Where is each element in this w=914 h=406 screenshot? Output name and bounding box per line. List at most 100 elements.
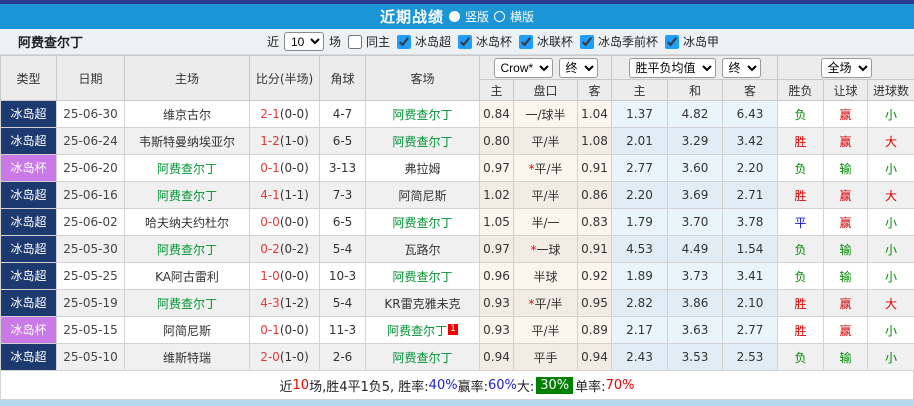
avg-final-select[interactable]: 终	[722, 58, 761, 78]
home-odds-cell: 0.96	[480, 263, 514, 290]
home-team: 阿费查尔丁	[157, 162, 217, 176]
league-checkbox-1[interactable]	[458, 35, 472, 49]
league-label-1[interactable]: 冰岛杯	[476, 33, 512, 50]
home-team-cell: 阿费查尔丁	[125, 236, 250, 263]
away-team-cell: KR雷克雅未克	[366, 290, 480, 317]
home-team: 韦斯特曼纳埃亚尔	[139, 135, 235, 149]
handicap-result-cell: 赢	[824, 101, 868, 128]
horizontal-layout-label[interactable]: 横版	[510, 8, 534, 25]
goals-cell: 小	[868, 344, 914, 371]
goals-cell: 大	[868, 290, 914, 317]
avg-draw-cell: 3.53	[668, 344, 723, 371]
home-team-cell: 阿费查尔丁	[125, 182, 250, 209]
avg-draw-cell: 4.49	[668, 236, 723, 263]
avg-type-select[interactable]: 胜平负均值	[629, 58, 716, 78]
date-cell: 25-05-15	[57, 317, 125, 344]
avg-win-cell: 1.37	[612, 101, 668, 128]
subheader-goals: 进球数	[868, 80, 914, 101]
col-header-away: 客场	[366, 56, 480, 101]
table-row: 冰岛超25-05-19阿费查尔丁4-3(1-2)5-4KR雷克雅未克0.93*平…	[1, 290, 914, 317]
score-cell: 0-2(0-2)	[250, 236, 320, 263]
vertical-layout-label[interactable]: 竖版	[465, 8, 489, 25]
odds-final-select[interactable]: 终	[559, 58, 598, 78]
subheader-avg-lose: 客	[723, 80, 778, 101]
handicap-cell: *一球	[514, 236, 578, 263]
league-label-4[interactable]: 冰岛甲	[683, 33, 719, 50]
avg-draw-cell: 3.70	[668, 209, 723, 236]
away-team: 阿费查尔丁	[392, 270, 452, 284]
league-checkbox-2[interactable]	[519, 35, 533, 49]
goals-cell: 小	[868, 209, 914, 236]
league-cell: 冰岛杯	[1, 155, 57, 182]
league-checkbox-4[interactable]	[665, 35, 679, 49]
result-cell: 负	[778, 263, 824, 290]
subheader-handicap-result: 让球	[824, 80, 868, 101]
away-team: 阿费查尔丁	[392, 216, 452, 230]
date-cell: 25-05-30	[57, 236, 125, 263]
corners-cell: 7-3	[320, 182, 366, 209]
home-team: 阿费查尔丁	[157, 189, 217, 203]
horizontal-layout-radio[interactable]	[494, 11, 505, 22]
league-label-3[interactable]: 冰岛季前杯	[598, 33, 658, 50]
corners-cell: 5-4	[320, 290, 366, 317]
vertical-layout-radio[interactable]	[449, 11, 460, 22]
avg-lose-cell: 3.41	[723, 263, 778, 290]
away-team-cell: 阿费查尔丁	[366, 128, 480, 155]
handicap-cell: *平/半	[514, 155, 578, 182]
handicap-result-cell: 输	[824, 236, 868, 263]
away-team: 阿费查尔丁	[392, 351, 452, 365]
home-odds-cell: 0.84	[480, 101, 514, 128]
home-team: 阿简尼斯	[163, 324, 211, 338]
away-odds-cell: 0.91	[578, 155, 612, 182]
avg-draw-cell: 3.86	[668, 290, 723, 317]
fulltime-select[interactable]: 全场	[821, 58, 872, 78]
avg-win-cell: 2.82	[612, 290, 668, 317]
league-checkbox-0[interactable]	[397, 35, 411, 49]
same-home-label[interactable]: 同主	[366, 33, 390, 50]
avg-lose-cell: 1.54	[723, 236, 778, 263]
odds-company-select[interactable]: Crow*	[494, 58, 553, 78]
away-team: 弗拉姆	[404, 162, 440, 176]
avg-win-cell: 2.01	[612, 128, 668, 155]
league-cell: 冰岛超	[1, 128, 57, 155]
avg-draw-cell: 3.73	[668, 263, 723, 290]
home-odds-cell: 0.97	[480, 236, 514, 263]
date-cell: 25-06-24	[57, 128, 125, 155]
away-odds-cell: 0.91	[578, 236, 612, 263]
home-odds-cell: 0.94	[480, 344, 514, 371]
league-cell: 冰岛超	[1, 290, 57, 317]
avg-win-cell: 2.20	[612, 182, 668, 209]
league-badge: 冰岛超	[1, 209, 56, 235]
corners-cell: 5-4	[320, 236, 366, 263]
away-odds-cell: 0.95	[578, 290, 612, 317]
away-team: 阿费查尔丁	[392, 135, 452, 149]
corners-cell: 6-5	[320, 128, 366, 155]
goals-cell: 小	[868, 317, 914, 344]
match-count-select[interactable]: 10	[284, 32, 324, 51]
handicap-result-cell: 赢	[824, 317, 868, 344]
league-label-0[interactable]: 冰岛超	[415, 33, 451, 50]
away-team-cell: 阿简尼斯	[366, 182, 480, 209]
big-rate-value: 30%	[536, 377, 573, 394]
league-badge: 冰岛杯	[1, 317, 56, 343]
away-team-cell: 弗拉姆	[366, 155, 480, 182]
handicap-cell: 平/半	[514, 128, 578, 155]
table-row: 冰岛超25-06-02哈夫纳夫约杜尔0-0(0-0)6-5阿费查尔丁1.05半/…	[1, 209, 914, 236]
home-odds-cell: 1.02	[480, 182, 514, 209]
home-team-cell: 哈夫纳夫约杜尔	[125, 209, 250, 236]
score-cell: 1-0(0-0)	[250, 263, 320, 290]
league-checkbox-3[interactable]	[580, 35, 594, 49]
result-cell: 胜	[778, 128, 824, 155]
league-label-2[interactable]: 冰联杯	[537, 33, 573, 50]
summary-count: 10	[293, 378, 310, 393]
league-badge: 冰岛超	[1, 344, 56, 370]
team-name: 阿费查尔丁	[18, 32, 83, 51]
home-team-cell: 维京古尔	[125, 101, 250, 128]
same-home-checkbox[interactable]	[348, 35, 362, 49]
avg-draw-cell: 3.60	[668, 155, 723, 182]
table-row: 冰岛杯25-05-15阿简尼斯0-1(0-0)11-3阿费查尔丁10.93平/半…	[1, 317, 914, 344]
avg-lose-cell: 2.77	[723, 317, 778, 344]
avg-win-cell: 4.53	[612, 236, 668, 263]
handicap-result-cell: 赢	[824, 290, 868, 317]
home-team-cell: 韦斯特曼纳埃亚尔	[125, 128, 250, 155]
